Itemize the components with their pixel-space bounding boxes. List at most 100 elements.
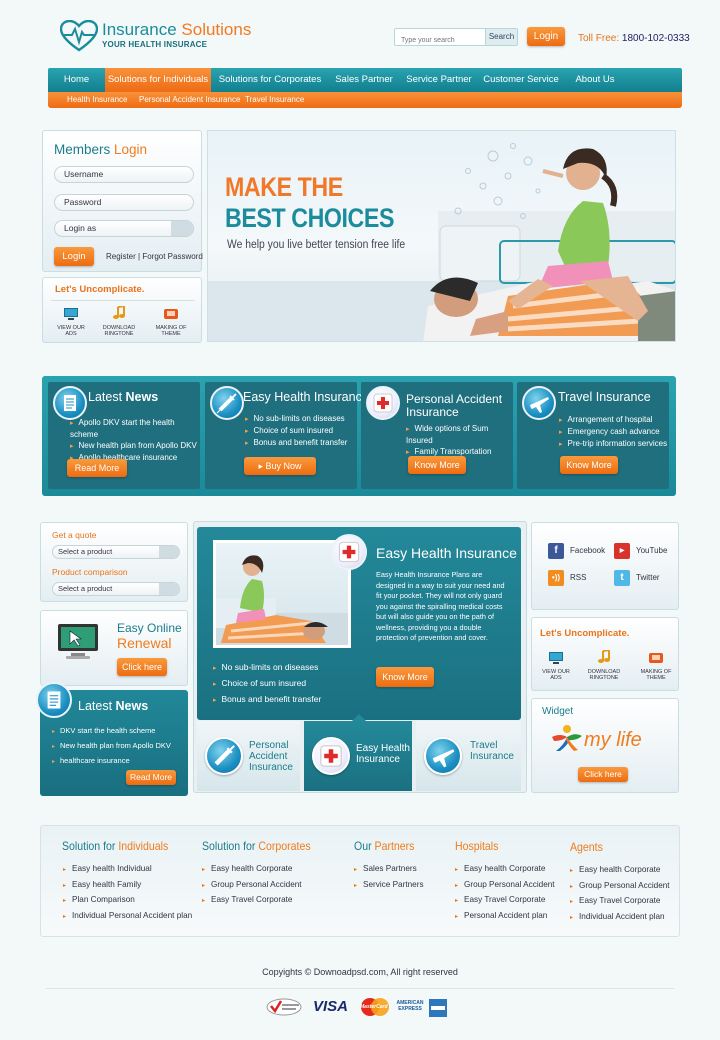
subnav-personal-accident[interactable]: Personal Accident Insurance xyxy=(139,92,240,108)
search-input[interactable] xyxy=(395,32,483,49)
nav-customer-service[interactable]: Customer Service xyxy=(479,68,563,92)
footer-link[interactable]: Easy health Corporate xyxy=(570,863,670,879)
username-field[interactable]: Username xyxy=(54,166,194,183)
airplane-icon xyxy=(522,386,556,420)
rss-link[interactable]: •)) RSS xyxy=(548,570,586,586)
airplane-icon xyxy=(424,737,462,775)
logo-subtitle: YOUR HEALTH INSURACE xyxy=(102,40,208,49)
footer-link[interactable]: Easy Travel Corporate xyxy=(455,893,555,909)
forgot-password-link[interactable]: Forgot Password xyxy=(142,252,202,261)
chevron-down-icon xyxy=(171,221,193,236)
footer-link[interactable]: Easy health Individual xyxy=(63,862,192,878)
twitter-link[interactable]: t Twitter xyxy=(614,570,660,586)
footer-link[interactable]: Individual Accident plan xyxy=(570,910,670,926)
news-icon xyxy=(53,386,87,420)
search-button[interactable]: Search xyxy=(485,29,517,45)
download-ringtone-item[interactable]: DOWNLOAD RINGTONE xyxy=(99,304,139,337)
view-ads-item[interactable]: VIEW OUR ADS xyxy=(536,652,576,681)
quote-product-select[interactable]: Select a product xyxy=(52,545,180,559)
buy-now-button[interactable]: ▸ Buy Now xyxy=(244,457,316,475)
footer-link[interactable]: Personal Accident plan xyxy=(455,909,555,925)
features-strip: Latest News Apollo DKV start the health … xyxy=(42,376,676,496)
list-item[interactable]: New health plan from Apollo DKV xyxy=(52,739,171,754)
know-more-button[interactable]: Know More xyxy=(376,667,434,687)
buy-now-label: Buy Now xyxy=(265,461,302,471)
list-item: Choice of sum insured xyxy=(245,425,347,437)
twitter-label: Twitter xyxy=(636,573,660,583)
feature-title-a: Easy Health xyxy=(243,390,314,404)
footer-link[interactable]: Group Personal Accident xyxy=(570,879,670,895)
list-item[interactable]: DKV start the health scheme xyxy=(52,724,171,739)
list-item: Bonus and benefit transfer xyxy=(245,437,348,449)
main-nav: Home Solutions for Individuals Solutions… xyxy=(48,68,682,92)
facebook-link[interactable]: f Facebook xyxy=(548,543,605,559)
nav-solutions-individuals[interactable]: Solutions for Individuals xyxy=(105,68,211,92)
latest-news-panel: Latest News DKV start the health scheme … xyxy=(36,682,188,796)
footer-link[interactable]: Easy health Corporate xyxy=(455,862,555,878)
renewal-click-button[interactable]: Click here xyxy=(117,658,167,676)
nav-solutions-corporates[interactable]: Solutions for Corporates xyxy=(213,68,327,92)
footer-link[interactable]: Sales Partners xyxy=(354,862,424,878)
download-ringtone-label: DOWNLOAD RINGTONE xyxy=(102,325,136,337)
read-more-button[interactable]: Read More xyxy=(126,770,176,785)
tab-easy-health[interactable]: Easy Health Insurance xyxy=(304,714,412,791)
footer-link[interactable]: Easy health Corporate xyxy=(202,862,302,878)
medical-cross-icon xyxy=(312,737,350,775)
quote-panel: Get a quote Select a product Product com… xyxy=(40,522,188,602)
tab-personal-accident[interactable]: Personal Accident Insurance xyxy=(197,721,300,791)
register-link[interactable]: Register xyxy=(106,252,136,261)
know-more-button[interactable]: Know More xyxy=(560,456,618,474)
header-login-button[interactable]: Login xyxy=(527,27,565,46)
hero-title-line1: MAKE THE xyxy=(225,172,343,202)
medical-cross-icon xyxy=(331,534,367,570)
monitor-icon xyxy=(64,308,78,320)
nav-sales-partner[interactable]: Sales Partner xyxy=(329,68,399,92)
uncomplicate-title: Let's Uncomplicate. xyxy=(55,284,145,295)
footer-col-list: Easy health Corporate Group Personal Acc… xyxy=(455,862,555,924)
making-theme-item[interactable]: MAKING OF THEME xyxy=(151,308,191,337)
footer-link[interactable]: Service Partners xyxy=(354,878,424,894)
login-as-select[interactable]: Login as xyxy=(54,220,194,237)
feature-title-a: Travel xyxy=(558,390,596,404)
footer-link[interactable]: Easy Travel Corporate xyxy=(570,894,670,910)
hero-banner xyxy=(207,130,676,342)
feature-list: No sub-limits on diseases Choice of sum … xyxy=(245,413,348,449)
footer-link[interactable]: Individual Personal Accident plan xyxy=(63,909,192,925)
medical-cross-icon xyxy=(366,386,400,420)
list-item: Arrangement of hospital xyxy=(559,414,667,426)
footer-link[interactable]: Plan Comparison xyxy=(63,893,192,909)
footer-link[interactable]: Easy health Family xyxy=(63,878,192,894)
tab-label-line: Insurance xyxy=(249,762,293,773)
amex-text: AMERICAN EXPRESS xyxy=(396,1000,424,1012)
nav-service-partner[interactable]: Service Partner xyxy=(401,68,477,92)
footer-link[interactable]: Group Personal Accident xyxy=(455,878,555,894)
nav-home[interactable]: Home xyxy=(48,68,105,92)
comparison-product-select[interactable]: Select a product xyxy=(52,582,180,596)
list-item[interactable]: healthcare insurance xyxy=(52,754,171,769)
download-ringtone-label: DOWNLOAD RINGTONE xyxy=(587,669,621,681)
view-ads-item[interactable]: VIEW OUR ADS xyxy=(51,308,91,337)
facebook-icon: f xyxy=(548,543,564,559)
chevron-down-icon xyxy=(159,546,179,558)
widget-click-button[interactable]: Click here xyxy=(578,767,628,782)
making-theme-item[interactable]: MAKING OF THEME xyxy=(636,652,676,681)
youtube-link[interactable]: ▶ YouTube xyxy=(614,543,667,559)
feature-latest-news: Latest News Apollo DKV start the health … xyxy=(48,382,200,489)
download-ringtone-item[interactable]: DOWNLOAD RINGTONE xyxy=(584,648,624,681)
logo-title[interactable]: Insurance Solutions xyxy=(102,20,251,40)
subnav-health-insurance[interactable]: Health Insurance xyxy=(67,92,127,108)
know-more-button[interactable]: Know More xyxy=(408,456,466,474)
tab-label: Personal Accident Insurance xyxy=(249,740,293,773)
footer-title-b: Hospitals xyxy=(455,839,499,853)
read-more-button[interactable]: Read More xyxy=(67,459,127,477)
password-field[interactable]: Password xyxy=(54,194,194,211)
amex-icon xyxy=(429,999,447,1017)
members-login-button[interactable]: Login xyxy=(54,247,94,266)
footer-link[interactable]: Easy Travel Corporate xyxy=(202,893,302,909)
feature-title: Travel Insurance xyxy=(558,391,651,404)
tab-label-line: Easy Health xyxy=(356,743,410,754)
tab-travel[interactable]: Travel Insurance xyxy=(416,721,521,791)
footer-link[interactable]: Group Personal Accident xyxy=(202,878,302,894)
nav-about-us[interactable]: About Us xyxy=(565,68,625,92)
subnav-travel-insurance[interactable]: Travel Insurance xyxy=(245,92,304,108)
